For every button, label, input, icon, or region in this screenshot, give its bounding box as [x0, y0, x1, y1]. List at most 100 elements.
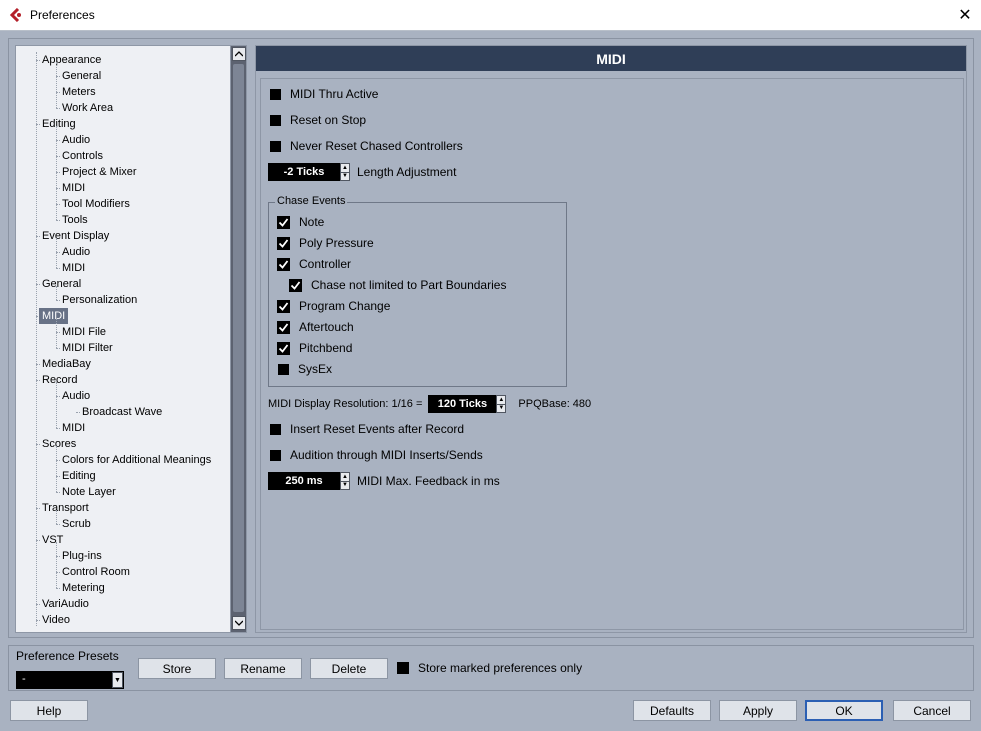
checkbox-unchecked[interactable]: [397, 662, 409, 674]
scroll-down-button[interactable]: [232, 616, 246, 630]
tree-item[interactable]: Scrub: [59, 516, 94, 532]
close-icon: ✕: [958, 7, 972, 24]
ok-button[interactable]: OK: [805, 700, 883, 721]
chase-program-change-option[interactable]: Program Change: [277, 297, 390, 315]
tree-item[interactable]: General: [59, 68, 104, 84]
option-label: Program Change: [299, 299, 391, 313]
tree-item[interactable]: Metering: [59, 580, 108, 596]
spin-up-icon[interactable]: ▲: [341, 473, 349, 481]
defaults-button[interactable]: Defaults: [633, 700, 711, 721]
checkbox-unchecked[interactable]: [270, 140, 281, 152]
spin-buttons[interactable]: ▲ ▼: [340, 472, 350, 490]
tree-scrollbar[interactable]: [230, 46, 246, 632]
checkbox-checked[interactable]: [277, 257, 290, 271]
checkbox-unchecked[interactable]: [270, 114, 281, 126]
tree-item[interactable]: MIDI: [59, 260, 88, 276]
checkbox-checked[interactable]: [277, 215, 290, 229]
checkmark-icon: [278, 322, 289, 332]
tree-item[interactable]: Control Room: [59, 564, 133, 580]
tree-item[interactable]: MediaBay: [39, 356, 94, 372]
tree-item[interactable]: Audio: [59, 132, 93, 148]
tree-item[interactable]: MIDI: [59, 420, 88, 436]
window-title: Preferences: [30, 8, 95, 22]
checkbox-unchecked[interactable]: [270, 88, 281, 100]
tree-item[interactable]: General: [39, 276, 84, 292]
display-resolution-field[interactable]: 120 Ticks: [428, 395, 497, 413]
length-adjustment-field[interactable]: -2 Ticks: [268, 163, 340, 181]
tree-item[interactable]: Audio: [59, 244, 93, 260]
checkbox-unchecked[interactable]: [278, 363, 289, 375]
tree-item[interactable]: MIDI File: [59, 324, 109, 340]
chase-poly-pressure-option[interactable]: Poly Pressure: [277, 234, 374, 252]
tree-item[interactable]: Scores: [39, 436, 79, 452]
chevron-down-icon[interactable]: ▼: [112, 672, 123, 688]
chase-not-limited-option[interactable]: Chase not limited to Part Boundaries: [289, 276, 506, 294]
tree-item[interactable]: VST: [39, 532, 66, 548]
cancel-button[interactable]: Cancel: [893, 700, 971, 721]
audition-through-inserts-option[interactable]: Audition through MIDI Inserts/Sends: [270, 446, 483, 464]
reset-on-stop-option[interactable]: Reset on Stop: [270, 111, 366, 129]
midi-settings-panel: MIDI MIDI Thru Active Reset on Stop Neve…: [255, 45, 967, 633]
checkbox-unchecked[interactable]: [270, 449, 281, 461]
scroll-thumb[interactable]: [233, 64, 244, 612]
tree-item[interactable]: Transport: [39, 500, 92, 516]
length-adjustment-control: -2 Ticks ▲ ▼ Length Adjustment: [268, 163, 456, 181]
tree-item[interactable]: MIDI: [59, 180, 88, 196]
tree-item[interactable]: Record: [39, 372, 80, 388]
tree-item[interactable]: Editing: [59, 468, 99, 484]
tree-item[interactable]: Appearance: [39, 52, 104, 68]
tree-item[interactable]: Broadcast Wave: [79, 404, 165, 420]
tree-item[interactable]: MIDI Filter: [59, 340, 116, 356]
chase-note-option[interactable]: Note: [277, 213, 324, 231]
tree-item[interactable]: Project & Mixer: [59, 164, 140, 180]
checkbox-checked[interactable]: [277, 320, 290, 334]
tree-item[interactable]: MIDI: [39, 308, 69, 324]
checkbox-checked[interactable]: [277, 299, 290, 313]
checkbox-unchecked[interactable]: [270, 423, 281, 435]
tree-item[interactable]: Work Area: [59, 100, 116, 116]
tree-item[interactable]: Plug-ins: [59, 548, 105, 564]
tree-item[interactable]: Tools: [59, 212, 91, 228]
chase-sysex-option[interactable]: SysEx: [278, 360, 332, 378]
checkbox-checked[interactable]: [277, 341, 290, 355]
preset-select[interactable]: - ▼: [16, 671, 124, 689]
tree-item[interactable]: Audio: [59, 388, 93, 404]
tree-item[interactable]: Controls: [59, 148, 106, 164]
option-label: Audition through MIDI Inserts/Sends: [290, 448, 483, 462]
delete-button[interactable]: Delete: [310, 658, 388, 679]
spin-down-icon[interactable]: ▼: [497, 403, 506, 413]
tree-item[interactable]: Meters: [59, 84, 99, 100]
store-marked-only-option[interactable]: Store marked preferences only: [397, 659, 582, 677]
chase-controller-option[interactable]: Controller: [277, 255, 351, 273]
help-button[interactable]: Help: [10, 700, 88, 721]
checkbox-checked[interactable]: [289, 278, 302, 292]
store-button[interactable]: Store: [138, 658, 216, 679]
max-feedback-field[interactable]: 250 ms: [268, 472, 340, 490]
insert-reset-events-option[interactable]: Insert Reset Events after Record: [270, 420, 464, 438]
midi-thru-active-option[interactable]: MIDI Thru Active: [270, 85, 378, 103]
tree-item[interactable]: Note Layer: [59, 484, 119, 500]
tree-item[interactable]: Personalization: [59, 292, 140, 308]
apply-button[interactable]: Apply: [719, 700, 797, 721]
scroll-up-button[interactable]: [232, 47, 246, 61]
tree-item[interactable]: Event Display: [39, 228, 112, 244]
tree-item[interactable]: Video: [39, 612, 73, 628]
checkbox-checked[interactable]: [277, 236, 290, 250]
tree-item[interactable]: Colors for Additional Meanings: [59, 452, 214, 468]
chase-pitchbend-option[interactable]: Pitchbend: [277, 339, 352, 357]
spin-buttons[interactable]: ▲ ▼: [340, 163, 350, 181]
ppq-base-label: PPQBase: 480: [518, 398, 592, 410]
never-reset-chased-option[interactable]: Never Reset Chased Controllers: [270, 137, 463, 155]
spin-buttons[interactable]: ▲ ▼: [496, 395, 507, 413]
tree-item[interactable]: Editing: [39, 116, 79, 132]
spin-down-icon[interactable]: ▼: [341, 171, 349, 181]
close-button[interactable]: ✕: [949, 0, 981, 30]
chase-aftertouch-option[interactable]: Aftertouch: [277, 318, 354, 336]
tree-item[interactable]: Tool Modifiers: [59, 196, 133, 212]
spin-up-icon[interactable]: ▲: [497, 396, 505, 404]
option-label: Insert Reset Events after Record: [290, 422, 465, 436]
tree-item[interactable]: VariAudio: [39, 596, 92, 612]
rename-button[interactable]: Rename: [224, 658, 302, 679]
spin-up-icon[interactable]: ▲: [341, 164, 349, 172]
spin-down-icon[interactable]: ▼: [341, 480, 349, 490]
